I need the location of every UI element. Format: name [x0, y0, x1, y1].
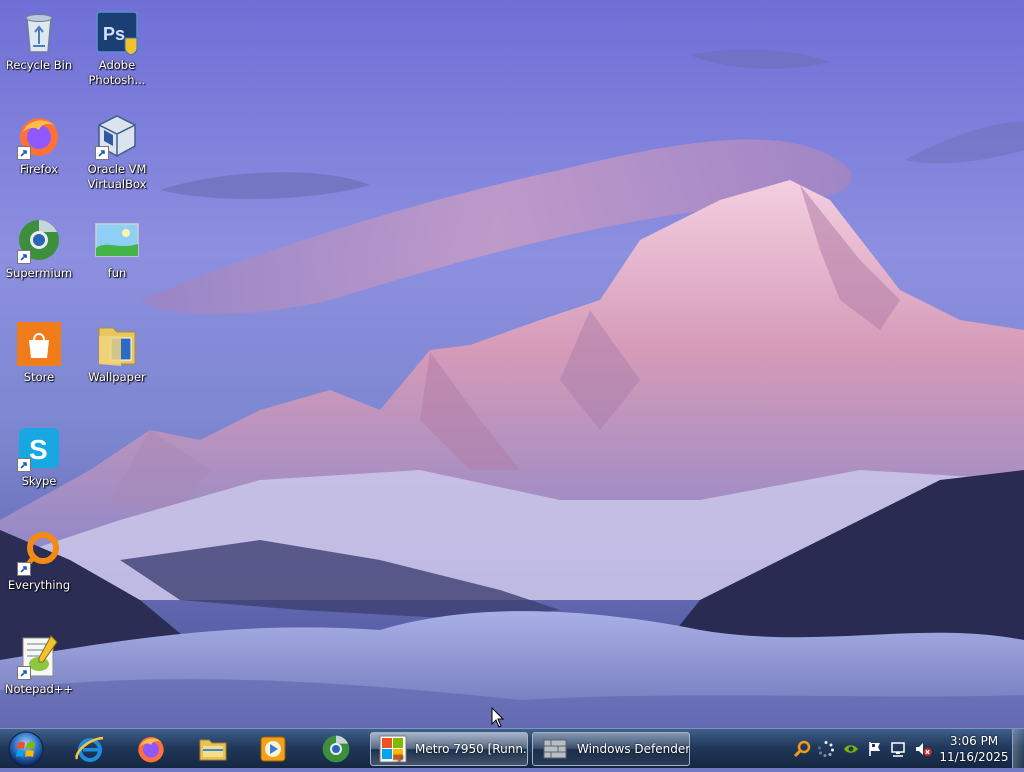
svg-text:S: S	[29, 434, 48, 465]
media-player-icon	[260, 736, 286, 762]
windows-defender-icon	[543, 739, 567, 759]
pinned-internet-explorer[interactable]	[64, 731, 116, 767]
search-icon	[793, 740, 811, 758]
desktop-icon-label: Everything	[7, 578, 71, 592]
tray-network[interactable]	[890, 740, 908, 758]
taskbar-clock[interactable]: 3:06 PM 11/16/2025	[938, 733, 1010, 765]
desktop-icon-label: Adobe Photosh...	[88, 58, 146, 87]
desktop-icon-wallpaper[interactable]: Wallpaper	[78, 314, 156, 410]
desktop-icon-skype[interactable]: S Skype	[0, 418, 78, 514]
pinned-supermium[interactable]	[310, 731, 362, 767]
desktop-icon-store[interactable]: Store	[0, 314, 78, 410]
svg-text:xp: xp	[393, 752, 404, 762]
store-icon	[17, 322, 61, 366]
supermium-icon	[322, 735, 350, 763]
file-explorer-icon	[199, 739, 227, 761]
tray-nvidia[interactable]	[842, 740, 860, 758]
folder-icon	[98, 327, 136, 366]
pinned-firefox[interactable]	[125, 731, 177, 767]
network-icon	[891, 742, 905, 757]
shortcut-arrow-icon	[17, 146, 31, 160]
tray-action-center[interactable]	[866, 740, 884, 758]
desktop-icon-label: Skype	[21, 474, 57, 488]
tray-search[interactable]	[793, 740, 811, 758]
pinned-file-explorer[interactable]	[187, 731, 239, 767]
pinned-media-player[interactable]	[247, 731, 299, 767]
svg-text:Ps: Ps	[103, 24, 125, 44]
tray-volume[interactable]	[914, 740, 932, 758]
start-button[interactable]	[6, 730, 46, 768]
shortcut-arrow-icon	[17, 562, 31, 576]
desktop-icon-label: fun	[107, 266, 127, 280]
desktop-icon-label: Oracle VM VirtualBox	[87, 162, 147, 191]
desktop-icon-photoshop[interactable]: Ps Adobe Photosh...	[78, 2, 156, 98]
photoshop-icon: Ps	[96, 11, 138, 56]
xp-vm-icon: xp	[379, 735, 407, 763]
desktop-icon-label: Notepad++	[4, 682, 74, 696]
taskbar-task-metro-vm[interactable]: xp Metro 7950 [Runn...	[370, 732, 528, 766]
task-label: Metro 7950 [Runn...	[415, 742, 527, 756]
desktop-icon-label: Supermium	[5, 266, 73, 280]
clock-time: 3:06 PM	[949, 734, 999, 748]
desktop-icon-virtualbox[interactable]: Oracle VM VirtualBox	[78, 106, 156, 202]
shortcut-arrow-icon	[95, 146, 109, 160]
desktop-icon-label: Store	[23, 370, 55, 384]
task-label: Windows Defender	[577, 742, 689, 756]
show-desktop-button[interactable]	[1012, 729, 1024, 768]
tray-spinner[interactable]	[817, 740, 835, 758]
loading-spinner-icon	[818, 741, 834, 757]
shortcut-arrow-icon	[17, 666, 31, 680]
desktop-icon-everything[interactable]: Everything	[0, 522, 78, 618]
recycle-bin-icon	[25, 14, 53, 53]
desktop-icon-fun[interactable]: fun	[78, 210, 156, 306]
desktop-icon-supermium[interactable]: Supermium	[0, 210, 78, 306]
image-file-icon	[95, 223, 139, 257]
shortcut-arrow-icon	[17, 250, 31, 264]
desktop-icon-firefox[interactable]: Firefox	[0, 106, 78, 202]
mouse-cursor-icon	[491, 707, 505, 728]
nvidia-icon	[844, 745, 858, 753]
desktop-icon-label: Wallpaper	[88, 370, 146, 384]
taskbar: xp Metro 7950 [Runn... Windows Defender	[0, 728, 1024, 768]
desktop-icon-recycle-bin[interactable]: Recycle Bin	[0, 2, 78, 98]
internet-explorer-icon	[75, 736, 104, 762]
shortcut-arrow-icon	[17, 458, 31, 472]
action-center-flag-icon	[869, 742, 880, 756]
windows-orb-icon	[8, 731, 44, 767]
clock-date: 11/16/2025	[939, 750, 1009, 764]
taskbar-task-windows-defender[interactable]: Windows Defender	[532, 732, 690, 766]
desktop-icon-label: Firefox	[19, 162, 59, 176]
firefox-icon	[138, 737, 164, 763]
volume-muted-icon	[916, 743, 932, 756]
desktop-icon-notepadpp[interactable]: Notepad++	[0, 626, 78, 722]
desktop-icon-label: Recycle Bin	[5, 58, 73, 72]
